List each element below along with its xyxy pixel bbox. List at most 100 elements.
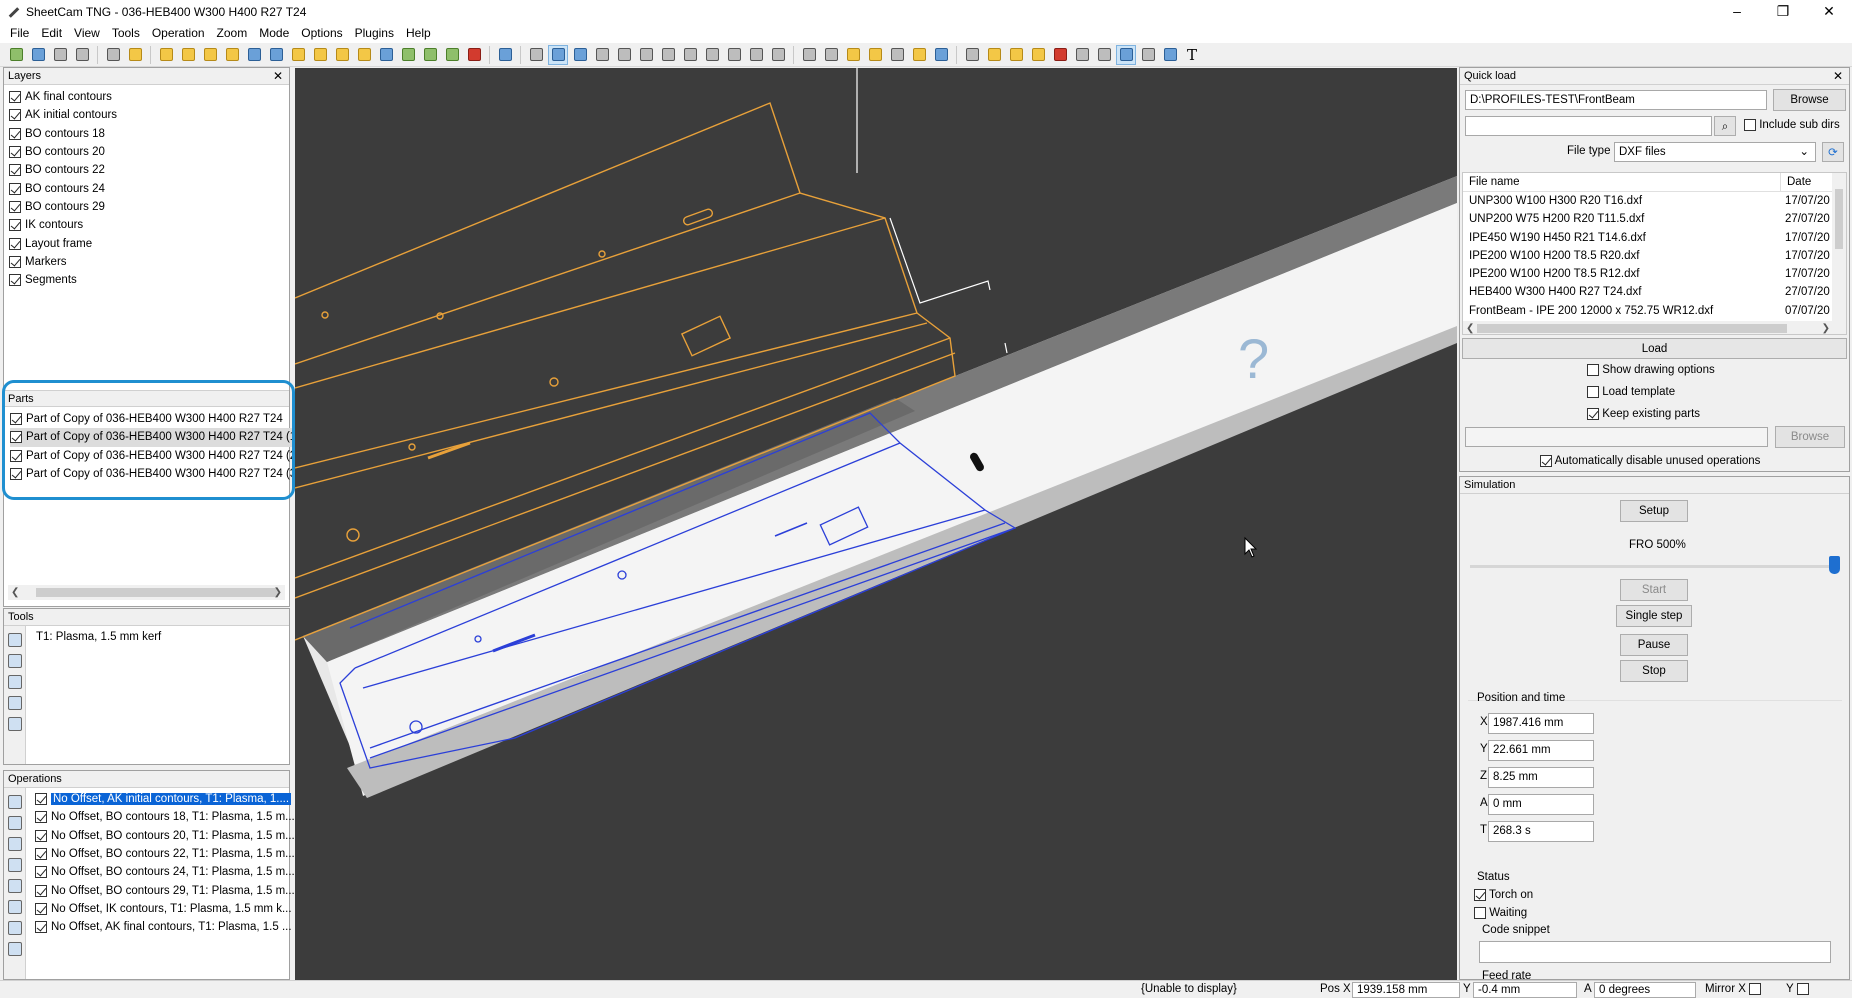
sim-setup-button[interactable]: Setup — [1620, 500, 1688, 522]
op-drill-icon[interactable] — [8, 837, 22, 851]
op-cut-icon[interactable] — [8, 942, 22, 956]
menu-view[interactable]: View — [68, 26, 106, 40]
op-jet-cut-button[interactable] — [156, 45, 176, 65]
delete-button[interactable] — [464, 45, 484, 65]
layer-item[interactable]: IK contours — [9, 216, 117, 234]
file-row[interactable]: FrontBeam - IPE 200 12000 x 752.75 WR12.… — [1463, 302, 1846, 320]
mirror-x-checkbox[interactable] — [1749, 983, 1762, 995]
operation-item[interactable]: No Offset, BO contours 29, T1: Plasma, 1… — [35, 881, 295, 899]
show-drawing-options-checkbox[interactable] — [1587, 364, 1599, 376]
sim-start-button[interactable]: Start — [1620, 579, 1688, 601]
file-list-horizontal-scrollbar[interactable]: ❮ ❯ — [1463, 321, 1846, 334]
layer-item[interactable]: AK final contours — [9, 88, 117, 106]
include-sub-dirs-checkbox[interactable] — [1744, 119, 1756, 131]
fit-button[interactable] — [1138, 45, 1158, 65]
sim-single-step-button[interactable]: Single step — [1616, 605, 1692, 627]
close-icon[interactable]: ✕ — [273, 68, 283, 84]
op-tap-button[interactable] — [376, 45, 396, 65]
path-input[interactable]: D:\PROFILES-TEST\FrontBeam — [1465, 90, 1767, 110]
op-engrave-button[interactable] — [244, 45, 264, 65]
op-code-button[interactable] — [420, 45, 440, 65]
scroll-left-icon[interactable]: ❮ — [1466, 321, 1474, 334]
close-button[interactable]: ✕ — [1806, 0, 1852, 23]
op-hole-button[interactable] — [310, 45, 330, 65]
sim-pause-button[interactable]: Pause — [1620, 634, 1688, 656]
layer-checkbox[interactable] — [9, 91, 21, 104]
operation-item[interactable]: No Offset, AK initial contours, T1: Plas… — [35, 790, 295, 808]
draw-diagonal-button[interactable] — [702, 45, 722, 65]
load-template-checkbox[interactable] — [1587, 386, 1599, 398]
run-post-button[interactable] — [125, 45, 145, 65]
scrollbar-thumb[interactable] — [1835, 189, 1843, 249]
include-sub-dirs-option[interactable]: Include sub dirs — [1744, 119, 1840, 131]
text-tool-button[interactable]: T — [1182, 45, 1202, 65]
layer-item[interactable]: BO contours 29 — [9, 198, 117, 216]
search-button[interactable]: ⌕ — [1714, 116, 1736, 136]
auto-disable-checkbox[interactable] — [1540, 455, 1552, 467]
op-outline-button[interactable] — [178, 45, 198, 65]
op-mark-icon[interactable] — [8, 921, 22, 935]
zoom-extents-button[interactable] — [931, 45, 951, 65]
marker-tool-icon[interactable] — [8, 675, 22, 689]
op-start-point-button[interactable] — [398, 45, 418, 65]
mirror-y-checkbox[interactable] — [1796, 983, 1809, 995]
remove-button[interactable] — [1050, 45, 1070, 65]
load-template-option[interactable]: Load template — [1587, 386, 1675, 398]
layer-item[interactable]: BO contours 24 — [9, 179, 117, 197]
op-code-icon[interactable] — [8, 900, 22, 914]
file-row[interactable]: HEB400 W300 H400 R27 T24.dxf 27/07/20 — [1463, 283, 1846, 301]
layer-checkbox[interactable] — [9, 255, 21, 268]
draw-arc-button[interactable] — [636, 45, 656, 65]
op-pocket-icon[interactable] — [8, 816, 22, 830]
layer-checkbox[interactable] — [9, 164, 21, 177]
view-sheet-button[interactable] — [570, 45, 590, 65]
layer-checkbox[interactable] — [9, 127, 21, 140]
template-path-input[interactable] — [1465, 427, 1768, 447]
browse-button[interactable]: Browse — [1773, 89, 1846, 111]
layer-checkbox[interactable] — [9, 200, 21, 213]
layer-item[interactable]: Segments — [9, 271, 117, 289]
save-job-button[interactable] — [50, 45, 70, 65]
menu-help[interactable]: Help — [400, 26, 437, 40]
post-process-button[interactable] — [103, 45, 123, 65]
menu-edit[interactable]: Edit — [35, 26, 68, 40]
close-icon[interactable]: ✕ — [1833, 68, 1843, 84]
move-button[interactable] — [984, 45, 1004, 65]
draw-rect-button[interactable] — [592, 45, 612, 65]
parts-horizontal-scrollbar[interactable]: ❮ ❯ — [8, 585, 285, 600]
op-contour-button[interactable] — [332, 45, 352, 65]
operation-checkbox[interactable] — [35, 793, 47, 806]
profile-mode-button[interactable] — [1116, 44, 1136, 65]
file-row[interactable]: IPE200 W100 H200 T8.5 R20.dxf 17/07/20 — [1463, 247, 1846, 265]
layer-checkbox[interactable] — [9, 146, 21, 159]
scroll-right-icon[interactable]: ❯ — [1822, 321, 1830, 334]
new-job-button[interactable] — [6, 45, 26, 65]
layer-item[interactable]: Layout frame — [9, 234, 117, 252]
operation-item[interactable]: No Offset, AK final contours, T1: Plasma… — [35, 918, 295, 936]
zoom-sheet-button[interactable] — [909, 45, 929, 65]
view-layers-button[interactable] — [548, 44, 568, 65]
layer-item[interactable]: Markers — [9, 253, 117, 271]
show-drawing-options-option[interactable]: Show drawing options — [1587, 364, 1715, 376]
operation-item[interactable]: No Offset, BO contours 18, T1: Plasma, 1… — [35, 808, 295, 826]
operation-checkbox[interactable] — [35, 829, 47, 842]
zoom-in-button[interactable] — [799, 45, 819, 65]
op-center-button[interactable] — [288, 45, 308, 65]
layer-checkbox[interactable] — [9, 109, 21, 122]
file-list-vertical-scrollbar[interactable] — [1832, 173, 1846, 321]
layer-checkbox[interactable] — [9, 274, 21, 287]
menu-options[interactable]: Options — [295, 26, 348, 40]
load-button[interactable]: Load — [1462, 338, 1847, 359]
select-button[interactable] — [962, 45, 982, 65]
tool-list-icon[interactable] — [8, 717, 22, 731]
operation-checkbox[interactable] — [35, 921, 47, 934]
operation-item[interactable]: No Offset, BO contours 24, T1: Plasma, 1… — [35, 863, 295, 881]
date-column-header[interactable]: Date — [1781, 173, 1811, 191]
scroll-left-icon[interactable]: ❮ — [11, 585, 19, 600]
menu-zoom[interactable]: Zoom — [211, 26, 254, 40]
menu-tools[interactable]: Tools — [106, 26, 146, 40]
menu-operation[interactable]: Operation — [146, 26, 211, 40]
operation-checkbox[interactable] — [35, 902, 47, 915]
op-plasma-icon[interactable] — [8, 858, 22, 872]
view-3d-button[interactable] — [526, 45, 546, 65]
